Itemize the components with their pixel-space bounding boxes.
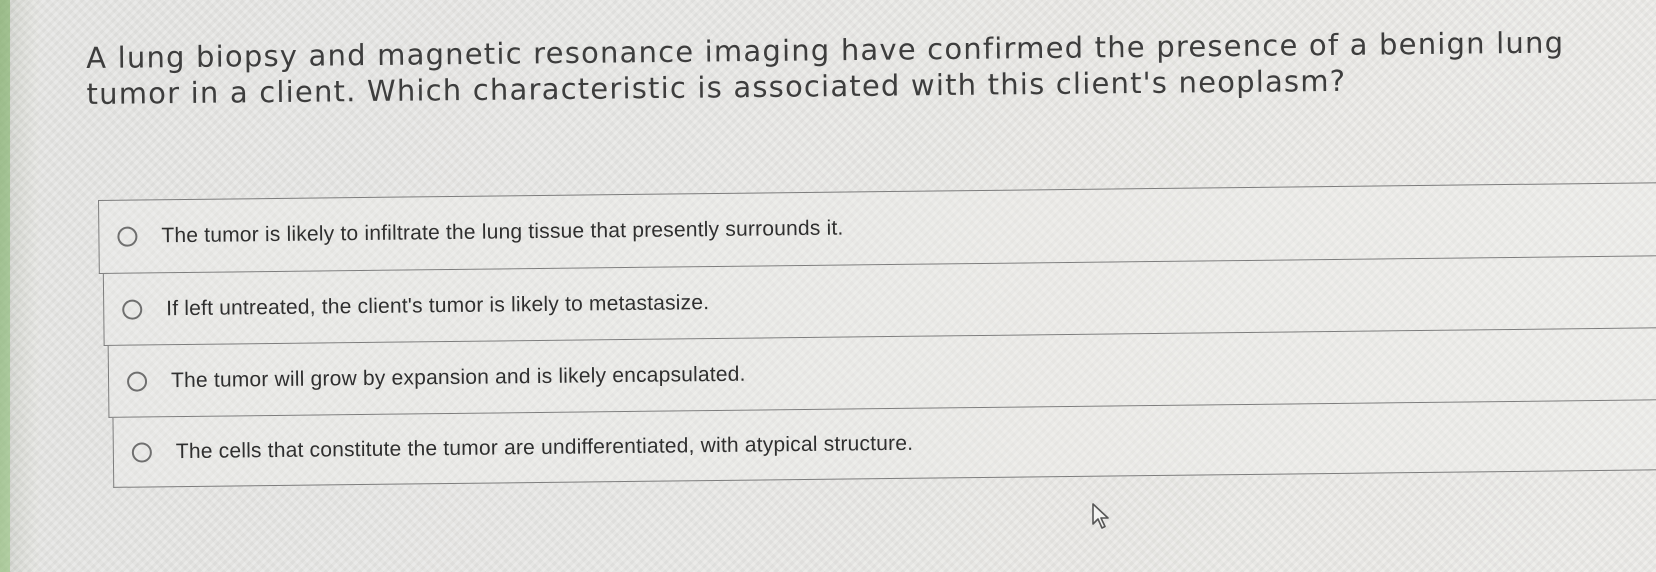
answer-option-label: The tumor is likely to infiltrate the lu…: [161, 216, 844, 248]
radio-button-icon[interactable]: [117, 226, 138, 247]
answer-option-label: The cells that constitute the tumor are …: [175, 431, 914, 463]
answer-option-label: If left untreated, the client's tumor is…: [166, 290, 710, 320]
mouse-pointer-icon: [1092, 503, 1109, 529]
window-edge: [0, 0, 10, 572]
question-text: A lung biopsy and magnetic resonance ima…: [86, 25, 1565, 111]
radio-button-icon[interactable]: [131, 441, 152, 463]
answer-option-label: The tumor will grow by expansion and is …: [170, 362, 746, 392]
answer-options: The tumor is likely to infiltrate the lu…: [98, 182, 1656, 488]
radio-button-icon[interactable]: [126, 370, 148, 392]
radio-button-icon[interactable]: [122, 299, 143, 320]
